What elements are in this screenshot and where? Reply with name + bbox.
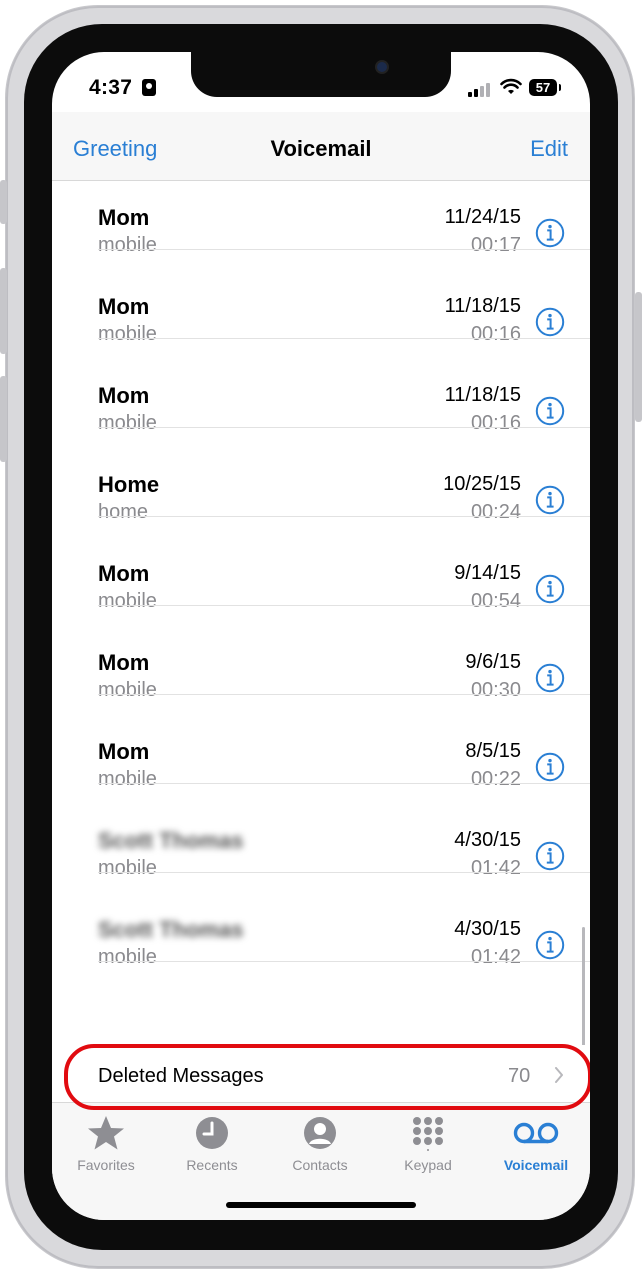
info-icon[interactable] [535, 307, 565, 337]
voicemail-date: 11/18/15 [444, 295, 521, 317]
caller-name: Mom [98, 383, 150, 408]
voicemail-list[interactable]: Mommobile11/24/1500:17Mommobile11/24/150… [52, 97, 590, 1097]
info-icon[interactable] [535, 841, 565, 871]
status-bar: 4:37 57 [52, 52, 590, 108]
volume-down-button [0, 376, 7, 462]
voicemail-date: 10/25/15 [443, 473, 521, 495]
info-icon[interactable] [535, 752, 565, 782]
tab-keypad[interactable]: Keypad [374, 1115, 482, 1173]
caller-name: Mom [98, 739, 150, 764]
info-icon[interactable] [535, 218, 565, 248]
caller-name: Scott Thomas [98, 828, 244, 853]
info-icon[interactable] [535, 396, 565, 426]
star-icon [88, 1116, 124, 1150]
voicemail-row[interactable]: Mom mobile 11/18/15 00:16 [52, 339, 590, 434]
caller-name: Mom [98, 205, 150, 230]
caller-name: Mom [98, 561, 150, 586]
home-indicator[interactable] [226, 1202, 416, 1208]
caller-label: mobile [98, 946, 157, 968]
voicemail-date: 4/30/15 [454, 829, 521, 851]
clock-icon [196, 1117, 228, 1149]
tab-label: Contacts [292, 1157, 348, 1173]
battery-icon: 57 [529, 79, 561, 96]
keypad-icon [413, 1117, 443, 1151]
info-icon[interactable] [535, 574, 565, 604]
voicemail-icon [513, 1122, 559, 1144]
info-icon[interactable] [535, 663, 565, 693]
tab-recents[interactable]: Recents [158, 1115, 266, 1173]
volume-up-button [0, 268, 7, 354]
highlight-annotation [64, 1044, 590, 1110]
voicemail-row[interactable]: Mom mobile 11/18/15 00:16 [52, 250, 590, 345]
row-separator [98, 961, 590, 962]
voicemail-duration: 01:42 [470, 946, 521, 968]
caller-name: Home [98, 472, 160, 497]
tab-contacts[interactable]: Contacts [266, 1115, 374, 1173]
wifi-icon [500, 78, 522, 94]
voicemail-row[interactable]: Home home 10/25/15 00:24 [52, 428, 590, 523]
voicemail-date: 4/30/15 [454, 918, 521, 940]
person-circle-icon [304, 1117, 336, 1149]
info-icon[interactable] [535, 930, 565, 960]
cellular-signal-icon [468, 81, 492, 97]
power-button [635, 292, 642, 422]
voicemail-row[interactable]: Mom mobile 9/6/15 00:30 [52, 606, 590, 701]
edit-button[interactable]: Edit [530, 136, 568, 162]
tab-favorites[interactable]: Favorites [52, 1115, 160, 1173]
caller-name: Scott Thomas [98, 917, 244, 942]
tab-label: Voicemail [503, 1157, 569, 1173]
voicemail-row[interactable]: Scott Thomas mobile 4/30/15 01:42 [52, 873, 590, 968]
voicemail-date: 11/24/15 [444, 206, 521, 228]
info-icon[interactable] [535, 485, 565, 515]
tab-label: Recents [186, 1157, 238, 1173]
voicemail-date: 9/14/15 [454, 562, 521, 584]
voicemail-date: 8/5/15 [465, 740, 521, 762]
screen: 4:37 57 Mom mobile 11/24/15 00:17 Mom mobile 1… [52, 52, 590, 1220]
tab-label: Favorites [77, 1157, 135, 1173]
action-button [0, 180, 7, 224]
voicemail-date: 9/6/15 [465, 651, 521, 673]
tab-voicemail[interactable]: Voicemail [482, 1115, 590, 1173]
voicemail-row[interactable]: Mom mobile 9/14/15 00:54 [52, 517, 590, 612]
tab-label: Keypad [404, 1157, 452, 1173]
voicemail-date: 11/18/15 [444, 384, 521, 406]
voicemail-row[interactable]: Mom mobile 8/5/15 00:22 [52, 695, 590, 790]
caller-name: Mom [98, 294, 150, 319]
caller-name: Mom [98, 650, 150, 675]
voicemail-row[interactable]: Scott Thomas mobile 4/30/15 01:42 [52, 784, 590, 879]
focus-mode-icon [142, 79, 156, 96]
page-title: Voicemail [270, 136, 372, 161]
navigation-bar: Greeting Voicemail Edit [52, 112, 590, 181]
status-time: 4:37 [89, 76, 133, 99]
